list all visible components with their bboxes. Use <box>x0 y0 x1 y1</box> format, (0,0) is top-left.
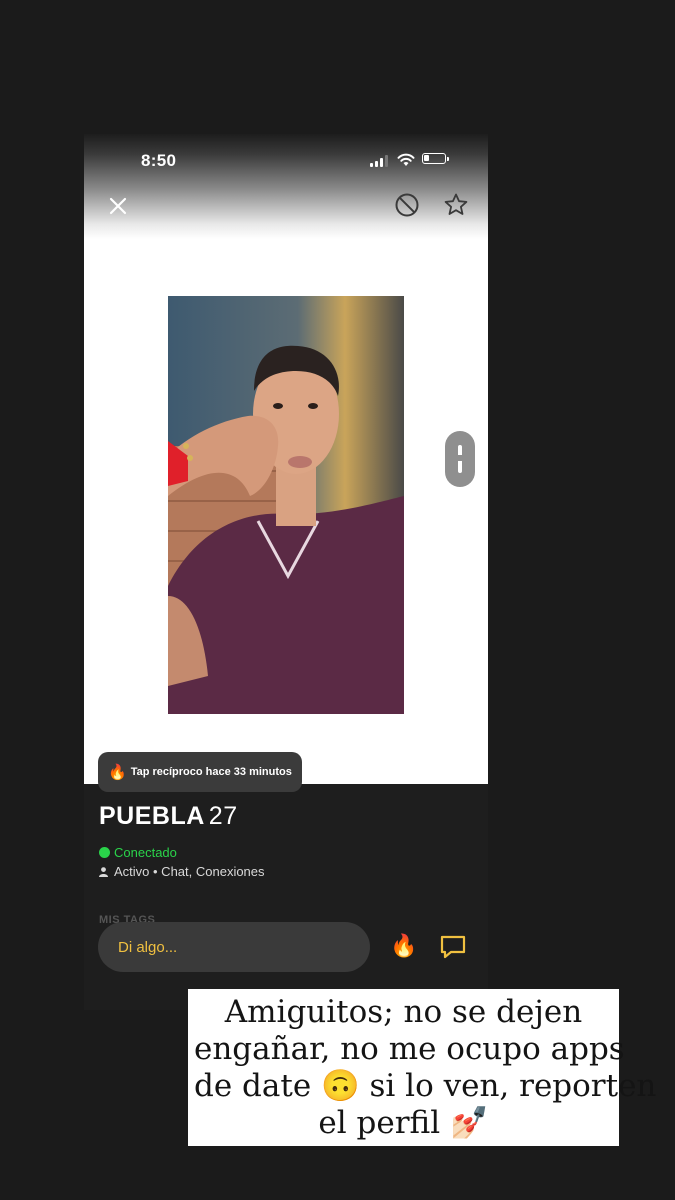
fire-tap-button[interactable]: 🔥 <box>390 932 417 960</box>
activity-text: Activo • Chat, Conexiones <box>114 864 265 879</box>
signal-icon <box>370 155 390 167</box>
phone-screenshot: 8:50 🔥 Tap recíproco hace 33 minutos PUE… <box>84 134 488 1010</box>
profile-name: PUEBLA 27 <box>99 802 238 831</box>
chat-icon[interactable] <box>439 934 467 960</box>
online-status: Conectado <box>99 845 177 860</box>
profile-location-name: PUEBLA <box>99 802 205 830</box>
fire-icon: 🔥 <box>108 764 127 781</box>
status-time: 8:50 <box>141 151 177 170</box>
person-icon <box>99 866 108 877</box>
story-caption: Amiguitos; no se dejen engañar, no me oc… <box>188 989 657 1146</box>
close-icon[interactable] <box>106 194 130 218</box>
wifi-icon <box>397 153 415 166</box>
profile-age: 27 <box>208 802 238 830</box>
activity-info: Activo • Chat, Conexiones <box>99 864 265 879</box>
block-icon[interactable] <box>394 192 420 218</box>
caption-line-2: engañar, no me ocupo apps <box>194 1030 625 1067</box>
message-input[interactable] <box>98 922 370 972</box>
tap-reciprocal-badge: 🔥 Tap recíproco hace 33 minutos <box>98 752 302 792</box>
battery-icon <box>422 153 449 164</box>
caption-line-4: el perfil 💅🏻 <box>318 1104 489 1141</box>
caption-line-1: Amiguitos; no se dejen <box>224 993 583 1030</box>
status-bar: 8:50 <box>84 134 488 184</box>
caption-line-3: de date 🙃 si lo ven, reporten <box>194 1067 657 1104</box>
online-status-text: Conectado <box>114 845 177 860</box>
tap-badge-text: Tap recíproco hace 33 minutos <box>130 766 292 778</box>
scroll-handle[interactable] <box>445 431 475 487</box>
profile-photo[interactable] <box>168 296 404 714</box>
star-icon[interactable] <box>443 192 469 218</box>
online-dot-icon <box>99 847 110 858</box>
